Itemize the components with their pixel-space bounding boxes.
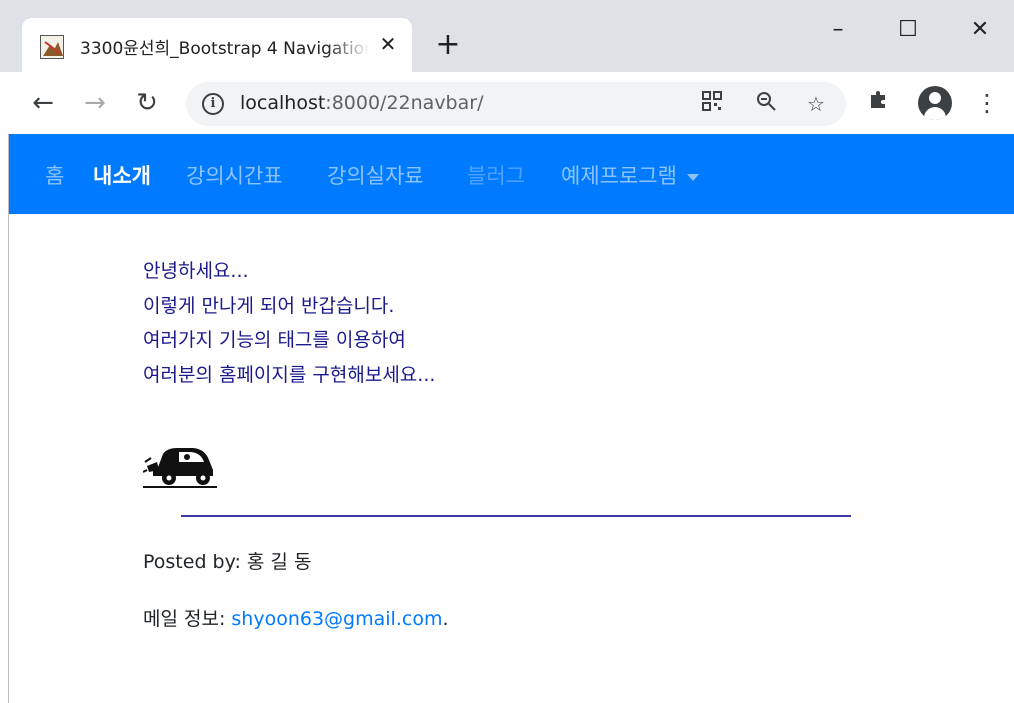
- url-host: localhost: [240, 92, 326, 114]
- minimize-button[interactable]: –: [810, 12, 866, 48]
- address-bar[interactable]: i localhost:8000/22navbar/ ☆: [186, 82, 846, 126]
- nav-item-examples-dropdown[interactable]: 예제프로그램: [561, 160, 699, 190]
- tab-title: 3300윤선희_Bootstrap 4 Navigation Bar: [80, 39, 370, 59]
- page-favicon-icon: [40, 35, 64, 59]
- nav-item-blog: 블러그: [467, 164, 525, 188]
- menu-kebab-icon[interactable]: ⋮: [970, 86, 1004, 120]
- posted-by-label: Posted by:: [143, 551, 247, 573]
- browser-toolbar: ← → ↻ i localhost:8000/22navbar/ ☆ ⋮: [0, 72, 1014, 134]
- caret-down-icon: [686, 173, 699, 181]
- url-path: :8000/22navbar/: [325, 92, 484, 114]
- forward-arrow-icon[interactable]: →: [78, 86, 112, 120]
- greeting-text: 안녕하세요... 이렇게 만나게 되어 반갑습니다. 여러가지 기능의 태그를 …: [143, 254, 435, 392]
- nav-item-examples-label: 예제프로그램: [561, 164, 677, 188]
- nav-item-materials[interactable]: 강의실자료: [327, 160, 424, 190]
- greeting-line: 이렇게 만나게 되어 반갑습니다.: [143, 294, 395, 317]
- bookmark-star-icon[interactable]: ☆: [802, 90, 830, 118]
- nav-item-schedule[interactable]: 강의시간표: [186, 160, 283, 190]
- greeting-line: 여러가지 기능의 태그를 이용하여: [143, 329, 406, 351]
- new-tab-button[interactable]: +: [432, 30, 464, 62]
- mail-info: 메일 정보: shyoon63@gmail.com.: [143, 604, 449, 631]
- nav-item-home[interactable]: 홈: [45, 160, 64, 190]
- zoom-out-icon[interactable]: [752, 90, 780, 118]
- close-window-button[interactable]: ✕: [952, 12, 1008, 48]
- web-page: 홈 내소개 강의시간표 강의실자료 블러그 예제프로그램 안녕하세요... 이렇…: [8, 134, 1014, 703]
- car-icon: [142, 440, 219, 490]
- mail-label: 메일 정보:: [143, 608, 232, 630]
- navbar: 홈 내소개 강의시간표 강의실자료 블러그 예제프로그램: [9, 134, 1014, 214]
- extensions-puzzle-icon[interactable]: [862, 86, 896, 120]
- qr-code-icon[interactable]: [698, 90, 726, 118]
- greeting-line: 안녕하세요...: [143, 260, 249, 282]
- author-name: 홍 길 동: [246, 551, 312, 573]
- horizontal-rule: [181, 515, 851, 517]
- nav-item-about[interactable]: 내소개: [93, 160, 151, 190]
- back-arrow-icon[interactable]: ←: [26, 86, 60, 120]
- email-link[interactable]: shyoon63@gmail.com: [231, 608, 442, 630]
- mail-suffix: .: [442, 608, 449, 630]
- greeting-line: 여러분의 홈페이지를 구현해보세요...: [143, 363, 436, 386]
- posted-by: Posted by: 홍 길 동: [143, 547, 311, 574]
- profile-avatar-icon[interactable]: [918, 86, 952, 120]
- url-text[interactable]: localhost:8000/22navbar/: [240, 92, 483, 114]
- site-info-icon[interactable]: i: [202, 93, 224, 115]
- browser-tab[interactable]: 3300윤선희_Bootstrap 4 Navigation Bar ✕: [22, 18, 412, 74]
- browser-tabstrip: 3300윤선희_Bootstrap 4 Navigation Bar ✕ + –…: [0, 0, 1014, 74]
- reload-icon[interactable]: ↻: [130, 86, 164, 120]
- tab-close-icon[interactable]: ✕: [374, 30, 402, 58]
- maximize-button[interactable]: ☐: [880, 12, 936, 48]
